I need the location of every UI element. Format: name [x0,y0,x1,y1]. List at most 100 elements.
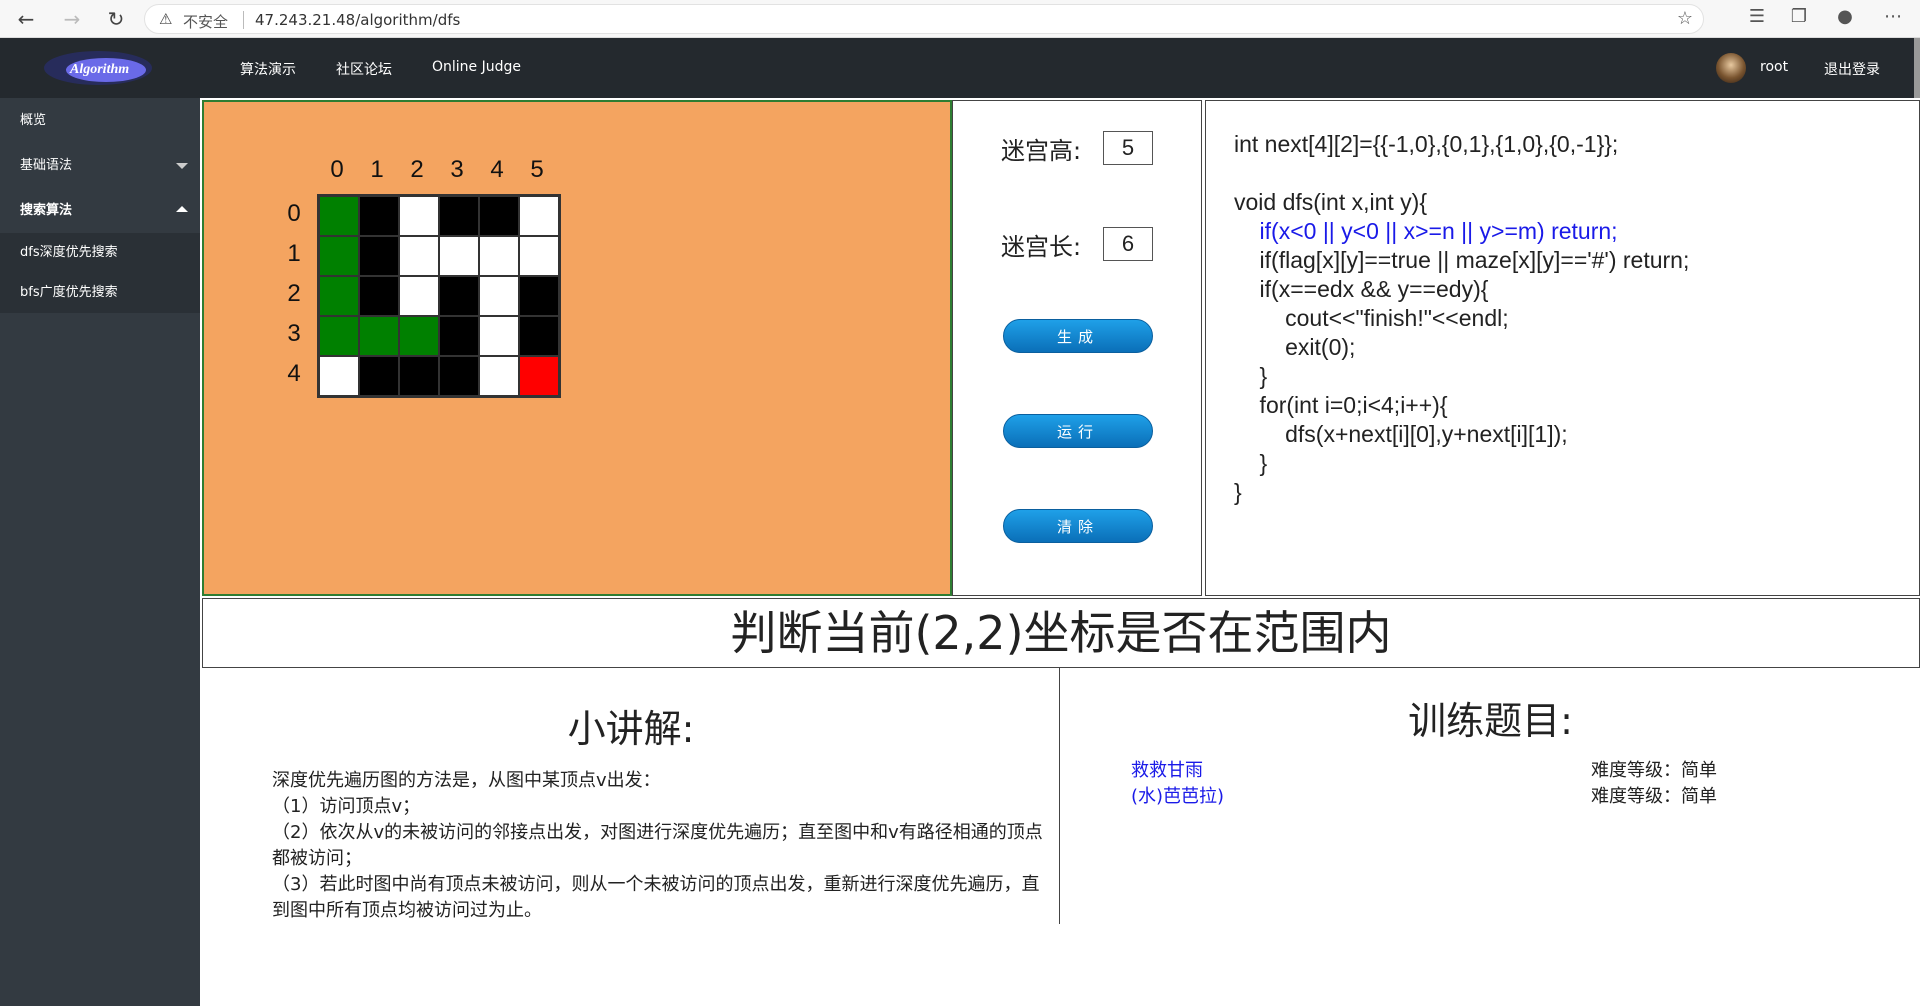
nav-algorithm-demo[interactable]: 算法演示 [240,59,296,79]
maze-width-input[interactable]: 6 [1103,227,1153,261]
sidebar: 概览 基础语法 搜索算法 dfs深度优先搜索 bfs广度优先搜索 [0,98,200,1006]
favorite-star-icon[interactable]: ☆ [1677,8,1693,29]
code-line: for(int i=0;i<4;i++){ [1234,392,1448,418]
sidebar-item-basic-syntax[interactable]: 基础语法 [0,143,200,188]
maze-cell-target[interactable] [519,356,559,396]
maze-cell-wall[interactable] [479,196,519,236]
training-problem-difficulty: 难度等级：简单 [1591,786,1717,807]
avatar[interactable] [1716,53,1746,83]
algorithm-logo[interactable]: Algorithm [42,49,154,87]
nav-community-forum[interactable]: 社区论坛 [336,59,392,79]
sidebar-item-search-algorithms[interactable]: 搜索算法 [0,188,200,233]
code-line: if(x==edx && y==edy){ [1234,276,1489,302]
logout-link[interactable]: 退出登录 [1824,59,1880,79]
training-section: 训练题目: 救救甘雨 难度等级：简单 (水)芭芭拉) 难度等级：简单 [1061,668,1920,926]
address-bar[interactable]: ⚠ 不安全 47.243.21.48/algorithm/dfs ☆ [144,4,1704,34]
generate-button[interactable]: 生成 [1003,319,1153,353]
collections-icon[interactable]: ❐ [1786,6,1812,27]
training-problem-link[interactable]: (水)芭芭拉) [1131,782,1224,808]
nav-online-judge[interactable]: Online Judge [432,59,521,75]
profile-icon[interactable]: ● [1832,6,1858,27]
code-line: dfs(x+next[i][0],y+next[i][1]); [1234,421,1568,447]
sidebar-subitem-bfs[interactable]: bfs广度优先搜索 [0,273,200,313]
maze-grid[interactable] [317,194,561,398]
code-line: if(x<0 || y<0 || x>=n || y>=m) return; [1234,218,1618,244]
maze-cell-wall[interactable] [439,356,479,396]
maze-cell-path[interactable] [319,196,359,236]
maze-cell-path[interactable] [359,316,399,356]
maze-cell-wall[interactable] [439,316,479,356]
maze-row-label: 3 [287,320,301,347]
code-panel: int next[4][2]={{-1,0},{0,1},{1,0},{0,-1… [1205,100,1920,596]
maze-col-label: 4 [490,156,504,183]
maze-cell-open[interactable] [479,276,519,316]
code-line: if(flag[x][y]==true || maze[x][y]=='#') … [1234,247,1690,273]
maze-row-label: 0 [287,200,301,227]
back-icon[interactable]: ← [12,5,40,33]
maze-col-label: 0 [330,156,344,183]
maze-cell-open[interactable] [479,316,519,356]
maze-cell-path[interactable] [399,316,439,356]
code-line: int next[4][2]={{-1,0},{0,1},{1,0},{0,-1… [1234,131,1619,157]
reload-icon[interactable]: ↻ [102,5,130,33]
sidebar-item-overview[interactable]: 概览 [0,98,200,143]
maze-cell-wall[interactable] [439,276,479,316]
maze-width-label: 迷宫长: [1001,233,1082,261]
forward-icon[interactable]: → [58,5,86,33]
clear-button[interactable]: 清除 [1003,509,1153,543]
maze-cell-wall[interactable] [399,356,439,396]
maze-cell-wall[interactable] [359,356,399,396]
maze-cell-open[interactable] [399,236,439,276]
training-title: 训练题目: [1408,699,1573,743]
sidebar-submenu: dfs深度优先搜索 bfs广度优先搜索 [0,233,200,313]
maze-cell-wall[interactable] [519,316,559,356]
favorites-icon[interactable]: ☰ [1744,6,1770,27]
maze-row-label: 2 [287,280,301,307]
maze-row-label: 4 [287,360,301,387]
maze-cell-path[interactable] [319,276,359,316]
maze-cell-open[interactable] [519,236,559,276]
sidebar-item-label: 搜索算法 [20,203,73,218]
browser-toolbar: ← → ↻ ⚠ 不安全 47.243.21.48/algorithm/dfs ☆… [0,0,1920,38]
maze-col-label: 1 [370,156,384,183]
maze-controls: 迷宫高: 5 迷宫长: 6 生成 运行 清除 [952,100,1202,596]
maze-cell-open[interactable] [479,236,519,276]
page-scrollbar[interactable] [1914,38,1920,98]
step-status-banner: 判断当前(2,2)坐标是否在范围内 [202,598,1920,668]
top-navbar: Algorithm 算法演示 社区论坛 Online Judge root 退出… [0,38,1920,98]
code-line: } [1234,450,1268,476]
maze-col-label: 3 [450,156,464,183]
maze-cell-wall[interactable] [359,236,399,276]
training-problem-link[interactable]: 救救甘雨 [1131,756,1203,782]
more-menu-icon[interactable]: ⋯ [1880,6,1906,27]
code-line: } [1234,479,1242,505]
maze-cell-path[interactable] [319,236,359,276]
address-divider [243,11,244,29]
maze-cell-wall[interactable] [359,196,399,236]
maze-cell-wall[interactable] [439,196,479,236]
code-line: exit(0); [1234,334,1356,360]
maze-cell-open[interactable] [439,236,479,276]
sidebar-subitem-dfs[interactable]: dfs深度优先搜索 [0,233,200,273]
maze-cell-open[interactable] [319,356,359,396]
logo-text: Algorithm [69,62,129,77]
run-button[interactable]: 运行 [1003,414,1153,448]
lecture-title: 小讲解: [567,707,695,751]
maze-col-label: 5 [530,156,544,183]
maze-cell-open[interactable] [519,196,559,236]
maze-height-input[interactable]: 5 [1103,131,1153,165]
maze-cell-wall[interactable] [359,276,399,316]
training-problem-difficulty: 难度等级：简单 [1591,760,1717,781]
maze-cell-wall[interactable] [519,276,559,316]
code-line: cout<<"finish!"<<endl; [1234,305,1509,331]
lecture-body: 深度优先遍历图的方法是，从图中某顶点v出发： （1）访问顶点v； （2）依次从v的未… [272,770,1043,921]
maze-cell-open[interactable] [399,196,439,236]
insecure-label: 不安全 [183,13,229,31]
maze-cell-open[interactable] [399,276,439,316]
code-line: void dfs(int x,int y){ [1234,189,1428,215]
maze-cell-path[interactable] [319,316,359,356]
sidebar-item-label: 基础语法 [20,158,73,173]
url-text[interactable]: 47.243.21.48/algorithm/dfs [255,11,460,29]
maze-cell-open[interactable] [479,356,519,396]
username-label[interactable]: root [1760,59,1788,75]
